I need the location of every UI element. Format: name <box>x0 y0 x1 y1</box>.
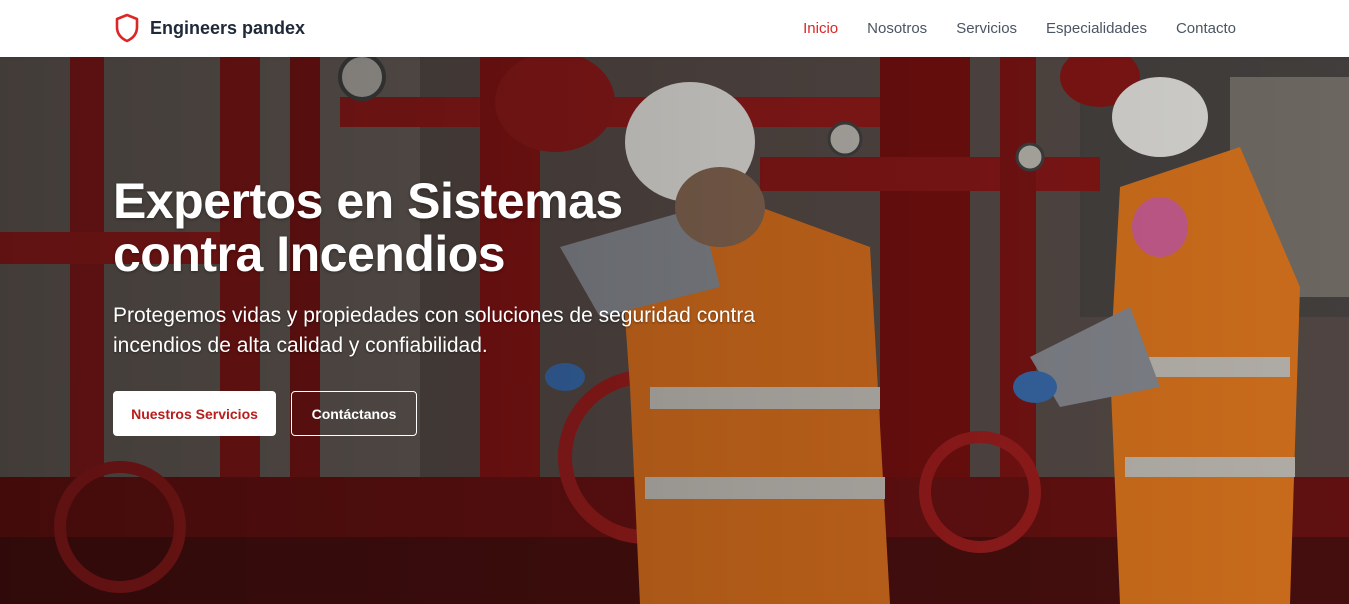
nav-link-especialidades[interactable]: Especialidades <box>1046 20 1147 37</box>
hero-section: Expertos en Sistemas contra Incendios Pr… <box>0 57 1349 604</box>
shield-icon <box>115 13 139 43</box>
hero-title: Expertos en Sistemas contra Incendios <box>113 173 623 282</box>
navbar: Engineers pandex Inicio Nosotros Servici… <box>0 0 1349 57</box>
nav-link-inicio[interactable]: Inicio <box>803 20 838 37</box>
nav-link-servicios[interactable]: Servicios <box>956 20 1017 37</box>
nav-link-contacto[interactable]: Contacto <box>1176 20 1236 37</box>
brand-name: Engineers pandex <box>150 17 306 38</box>
hero-buttons: Nuestros Servicios Contáctanos <box>113 391 813 436</box>
nav-link-nosotros[interactable]: Nosotros <box>867 20 927 37</box>
nav-menu: Inicio Nosotros Servicios Especialidades… <box>803 0 1236 57</box>
brand-logo[interactable]: Engineers pandex <box>114 13 305 43</box>
hero-content: Expertos en Sistemas contra Incendios Pr… <box>113 175 813 436</box>
contact-button[interactable]: Contáctanos <box>291 391 417 436</box>
hero-subtitle: Protegemos vidas y propiedades con soluc… <box>113 304 756 357</box>
services-button[interactable]: Nuestros Servicios <box>113 391 276 436</box>
